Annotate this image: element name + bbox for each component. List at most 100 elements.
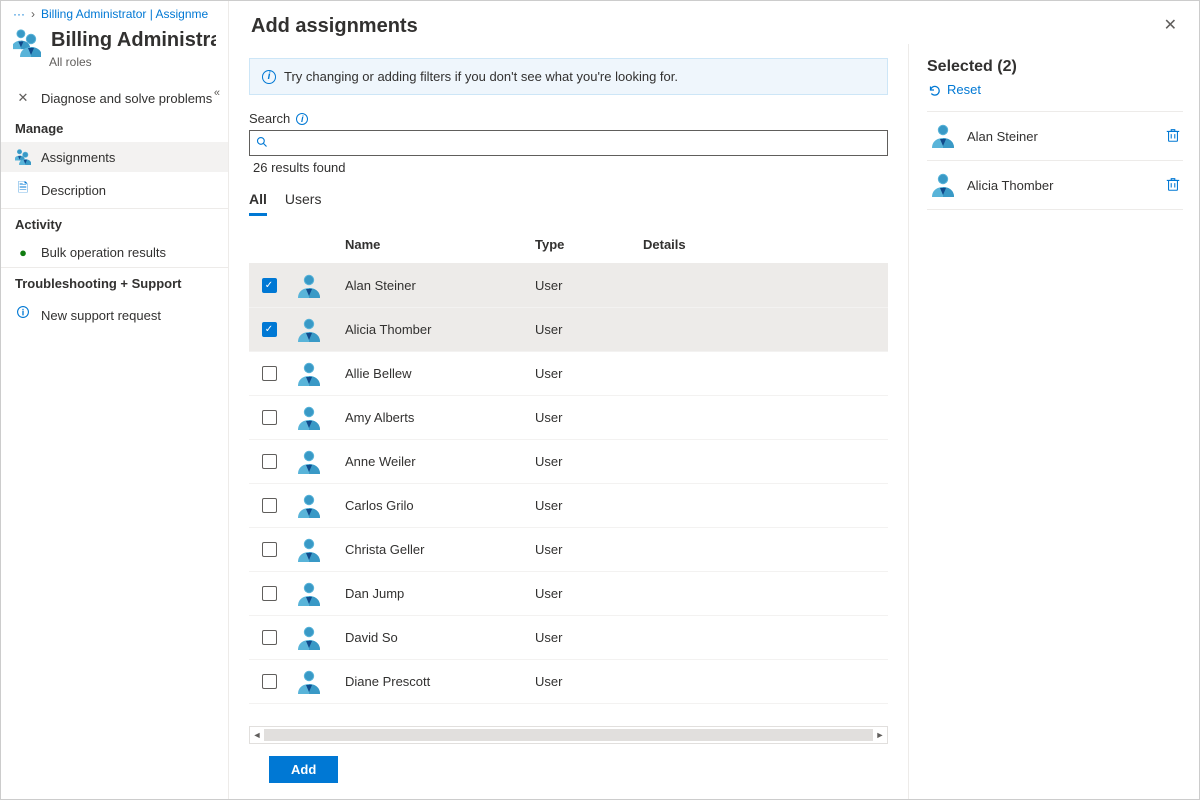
table-row[interactable]: Amy AlbertsUser [249, 396, 888, 440]
trash-icon [1165, 175, 1181, 193]
info-banner: i Try changing or adding filters if you … [249, 58, 888, 95]
nav-label: New support request [41, 308, 161, 323]
col-details: Details [643, 237, 888, 252]
table-row[interactable]: Diane PrescottUser [249, 660, 888, 704]
selected-name: Alicia Thomber [967, 178, 1155, 193]
user-avatar-icon [295, 536, 339, 564]
info-icon[interactable]: i [296, 113, 308, 125]
row-name: Christa Geller [345, 542, 535, 557]
selected-item: Alicia Thomber [927, 161, 1183, 210]
tab-users[interactable]: Users [285, 187, 322, 216]
user-avatar-icon [295, 624, 339, 652]
role-group-icon [13, 29, 41, 57]
row-checkbox[interactable]: ✓ [262, 322, 277, 337]
nav-heading-troubleshooting: Troubleshooting + Support [1, 267, 228, 297]
row-checkbox[interactable] [262, 498, 277, 513]
people-icon [15, 149, 31, 165]
row-type: User [535, 630, 643, 645]
nav-label: Assignments [41, 150, 115, 165]
row-type: User [535, 322, 643, 337]
nav-diagnose[interactable]: ✕ Diagnose and solve problems [1, 83, 228, 113]
table-row[interactable]: Carlos GriloUser [249, 484, 888, 528]
row-checkbox[interactable] [262, 542, 277, 557]
row-checkbox[interactable] [262, 366, 277, 381]
nav-heading-manage: Manage [1, 113, 228, 142]
row-checkbox[interactable] [262, 586, 277, 601]
user-avatar-icon [929, 122, 957, 150]
row-name: Alicia Thomber [345, 322, 535, 337]
trash-icon [1165, 126, 1181, 144]
page-subtitle: All roles [1, 55, 228, 77]
close-button[interactable]: ✕ [1164, 15, 1177, 35]
user-avatar-icon [295, 492, 339, 520]
row-type: User [535, 454, 643, 469]
scroll-left-arrow[interactable]: ◄ [250, 730, 264, 740]
row-type: User [535, 366, 643, 381]
table-row[interactable]: David SoUser [249, 616, 888, 660]
row-name: Amy Alberts [345, 410, 535, 425]
remove-selected-button[interactable] [1165, 126, 1181, 147]
activity-icon: ● [15, 245, 31, 260]
row-name: David So [345, 630, 535, 645]
row-type: User [535, 542, 643, 557]
nav-heading-activity: Activity [1, 208, 228, 238]
table-row[interactable]: Christa GellerUser [249, 528, 888, 572]
nav-assignments[interactable]: Assignments [1, 142, 228, 172]
user-avatar-icon [295, 404, 339, 432]
scroll-right-arrow[interactable]: ► [873, 730, 887, 740]
page-title: Billing Administrato [51, 29, 216, 52]
col-type: Type [535, 237, 643, 252]
tab-all[interactable]: All [249, 187, 267, 216]
row-checkbox[interactable] [262, 454, 277, 469]
reset-label: Reset [947, 82, 981, 97]
row-type: User [535, 410, 643, 425]
table-header: Name Type Details [249, 226, 888, 264]
row-name: Diane Prescott [345, 674, 535, 689]
row-checkbox[interactable] [262, 630, 277, 645]
add-button[interactable]: Add [269, 756, 338, 783]
row-type: User [535, 586, 643, 601]
row-name: Allie Bellew [345, 366, 535, 381]
selected-name: Alan Steiner [967, 129, 1155, 144]
results-count: 26 results found [249, 160, 888, 175]
nav-bulk-results[interactable]: ● Bulk operation results [1, 238, 228, 267]
table-row[interactable]: Allie BellewUser [249, 352, 888, 396]
row-checkbox[interactable]: ✓ [262, 278, 277, 293]
info-icon: i [262, 70, 276, 84]
nav-label: Description [41, 183, 106, 198]
selected-title: Selected (2) [927, 58, 1183, 76]
table-row[interactable]: ✓ Alicia ThomberUser [249, 308, 888, 352]
document-icon: 🗎 [15, 179, 31, 201]
user-avatar-icon [929, 171, 957, 199]
info-text: Try changing or adding filters if you do… [284, 69, 678, 84]
row-name: Carlos Grilo [345, 498, 535, 513]
nav-new-support[interactable]: 🛈 New support request [1, 297, 228, 333]
table-row[interactable]: Dan JumpUser [249, 572, 888, 616]
row-type: User [535, 498, 643, 513]
search-label: Search [249, 111, 290, 126]
row-type: User [535, 674, 643, 689]
row-name: Alan Steiner [345, 278, 535, 293]
user-avatar-icon [295, 448, 339, 476]
breadcrumb-overflow[interactable]: ··· [13, 7, 25, 21]
user-avatar-icon [295, 580, 339, 608]
breadcrumb-link[interactable]: Billing Administrator | Assignme [41, 7, 208, 21]
row-checkbox[interactable] [262, 410, 277, 425]
nav-description[interactable]: 🗎 Description [1, 172, 228, 208]
collapse-nav-icon[interactable]: « [214, 87, 220, 99]
row-checkbox[interactable] [262, 674, 277, 689]
search-icon [250, 136, 274, 151]
search-box[interactable] [249, 130, 888, 156]
reset-button[interactable]: Reset [927, 82, 1183, 97]
selected-item: Alan Steiner [927, 111, 1183, 161]
chevron-right-icon: › [31, 7, 35, 21]
search-input[interactable] [274, 136, 887, 151]
undo-icon [927, 83, 941, 97]
nav-label: Diagnose and solve problems [41, 91, 212, 106]
horizontal-scrollbar[interactable]: ◄ ► [249, 726, 888, 744]
user-avatar-icon [295, 668, 339, 696]
remove-selected-button[interactable] [1165, 175, 1181, 196]
table-row[interactable]: Anne WeilerUser [249, 440, 888, 484]
table-row[interactable]: ✓Alan SteinerUser [249, 264, 888, 308]
user-avatar-icon [295, 272, 339, 300]
